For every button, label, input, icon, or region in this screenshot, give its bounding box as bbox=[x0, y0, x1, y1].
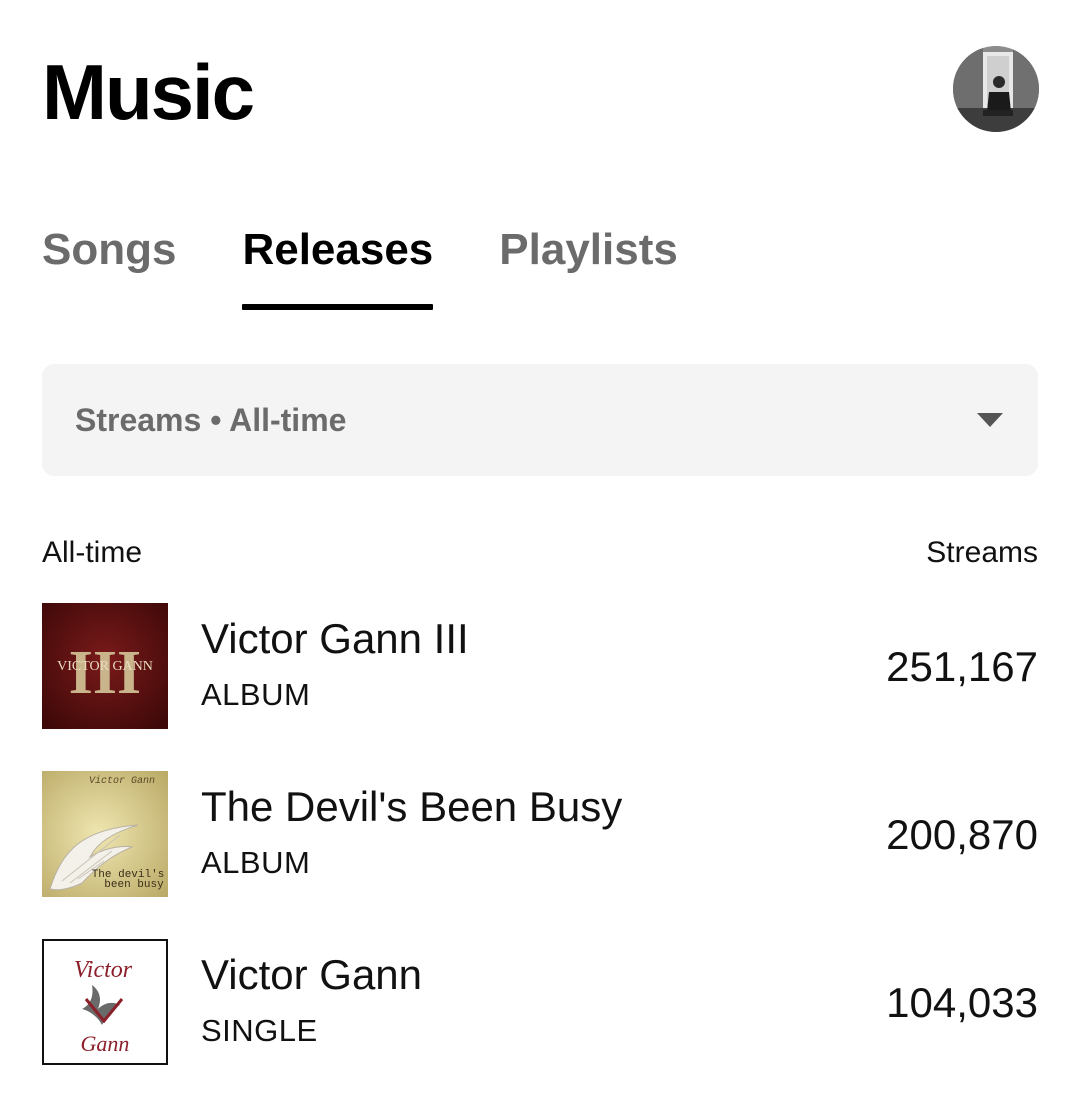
streams-header: Streams bbox=[926, 536, 1038, 569]
release-type: ALBUM bbox=[201, 845, 311, 880]
avatar-photo-icon bbox=[953, 46, 1039, 132]
release-streams: 200,870 bbox=[886, 811, 1038, 858]
user-avatar[interactable] bbox=[953, 46, 1039, 132]
period-header: All-time bbox=[42, 536, 143, 569]
tab-releases[interactable]: Releases bbox=[242, 218, 433, 314]
list-header: All-time Streams bbox=[42, 533, 1038, 573]
chevron-down-icon bbox=[977, 413, 1003, 427]
page-title: Music bbox=[42, 48, 255, 136]
svg-text:Gann: Gann bbox=[81, 1031, 130, 1056]
release-title: Victor Gann III bbox=[201, 615, 469, 662]
release-type: SINGLE bbox=[201, 1013, 318, 1048]
album-cover-victor-gann-iii: III VICTOR GANN bbox=[42, 603, 168, 729]
release-title: The Devil's Been Busy bbox=[201, 783, 623, 830]
single-cover-victor-gann: Victor Gann bbox=[42, 939, 168, 1065]
streams-filter-dropdown[interactable]: Streams • All-time bbox=[42, 364, 1038, 476]
svg-text:Victor Gann: Victor Gann bbox=[89, 775, 155, 787]
tab-songs[interactable]: Songs bbox=[42, 218, 176, 314]
release-row[interactable]: Victor Gann The devil's been busy The De… bbox=[42, 771, 1038, 897]
release-row[interactable]: III VICTOR GANN Victor Gann III ALBUM 25… bbox=[42, 603, 1038, 729]
svg-text:Victor: Victor bbox=[74, 957, 133, 983]
tab-bar: Songs Releases Playlists bbox=[42, 218, 744, 314]
release-streams: 251,167 bbox=[886, 643, 1038, 690]
svg-text:been busy: been busy bbox=[104, 879, 164, 891]
filter-label: Streams • All-time bbox=[75, 402, 347, 438]
album-cover-devils-been-busy: Victor Gann The devil's been busy bbox=[42, 771, 168, 897]
release-row[interactable]: Victor Gann Victor Gann SINGLE 104,033 bbox=[42, 939, 1038, 1065]
svg-text:VICTOR GANN: VICTOR GANN bbox=[57, 659, 153, 674]
release-type: ALBUM bbox=[201, 677, 311, 712]
tab-playlists[interactable]: Playlists bbox=[499, 218, 678, 314]
release-title: Victor Gann bbox=[201, 951, 423, 998]
release-streams: 104,033 bbox=[886, 979, 1038, 1026]
